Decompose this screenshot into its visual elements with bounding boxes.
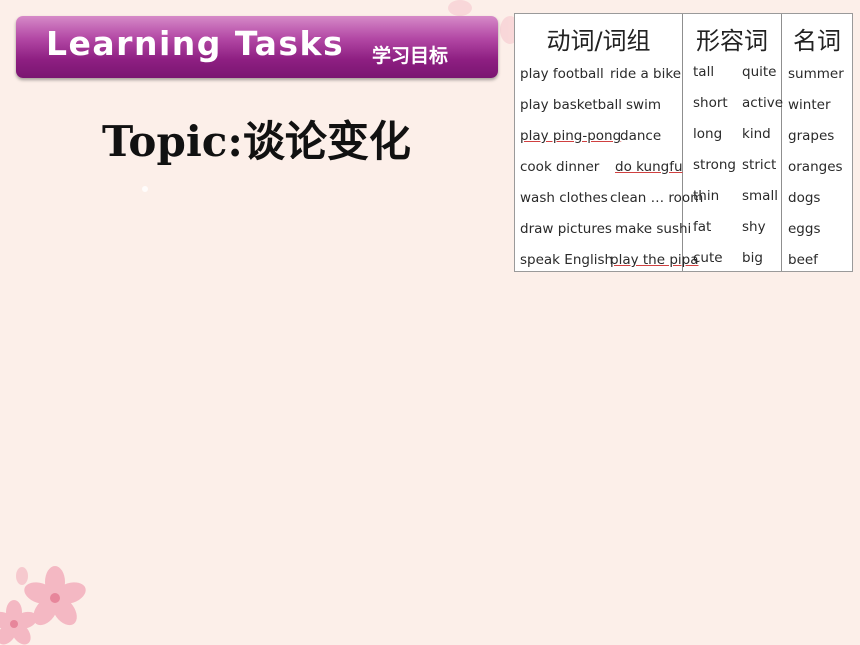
cherry-blossom-decoration	[0, 566, 86, 645]
noun: grapes	[788, 128, 835, 144]
adjective: fat	[693, 219, 712, 235]
adjective: cute	[693, 250, 723, 266]
verb-phrase: dance	[620, 128, 662, 144]
adjective: strict	[742, 157, 777, 173]
verb-phrase: clean … room	[610, 190, 704, 206]
verb-phrase: ride a bike	[610, 66, 681, 82]
verb-phrase: draw pictures	[520, 221, 612, 237]
adjective: big	[742, 250, 763, 266]
adjective: tall	[693, 64, 715, 80]
adjective: quite	[742, 64, 777, 80]
verb-phrase: wash clothes	[520, 190, 608, 206]
noun: eggs	[788, 221, 821, 237]
verb-phrase: make sushi	[615, 221, 692, 237]
verb-phrase: play football	[520, 66, 604, 82]
verb-phrase: swim	[626, 97, 661, 113]
adjective: short	[693, 95, 728, 111]
topic-heading: Topic:谈论变化	[102, 117, 411, 166]
adjective: long	[693, 126, 723, 142]
decorative-dot	[142, 186, 148, 192]
verb-phrase: play the pipa	[610, 252, 699, 268]
noun: winter	[788, 97, 831, 113]
banner-title: Learning Tasks	[46, 24, 345, 63]
noun: beef	[788, 252, 818, 268]
adjective: thin	[693, 188, 720, 204]
adjective: kind	[742, 126, 771, 142]
adjective: small	[742, 188, 778, 204]
banner-subtitle: 学习目标	[372, 45, 449, 67]
verb-phrase: play basketball	[520, 97, 623, 113]
header-adjectives: 形容词	[696, 27, 768, 55]
verb-phrase: cook dinner	[520, 159, 600, 175]
adjective: active	[742, 95, 784, 111]
noun: oranges	[788, 159, 843, 175]
noun: summer	[788, 66, 844, 82]
adjective: strong	[693, 157, 736, 173]
verb-phrase: play ping-pong	[520, 128, 622, 144]
noun: dogs	[788, 190, 821, 206]
header-verbs: 动词/词组	[546, 27, 651, 55]
verb-phrase: speak English	[520, 252, 614, 268]
header-nouns: 名词	[793, 27, 841, 55]
vocabulary-table: 动词/词组 形容词 名词 play football play basketba…	[514, 13, 853, 272]
verb-phrase: do kungfu	[615, 159, 683, 175]
learning-tasks-banner: Learning Tasks 学习目标	[16, 16, 498, 78]
adjective: shy	[742, 219, 766, 235]
